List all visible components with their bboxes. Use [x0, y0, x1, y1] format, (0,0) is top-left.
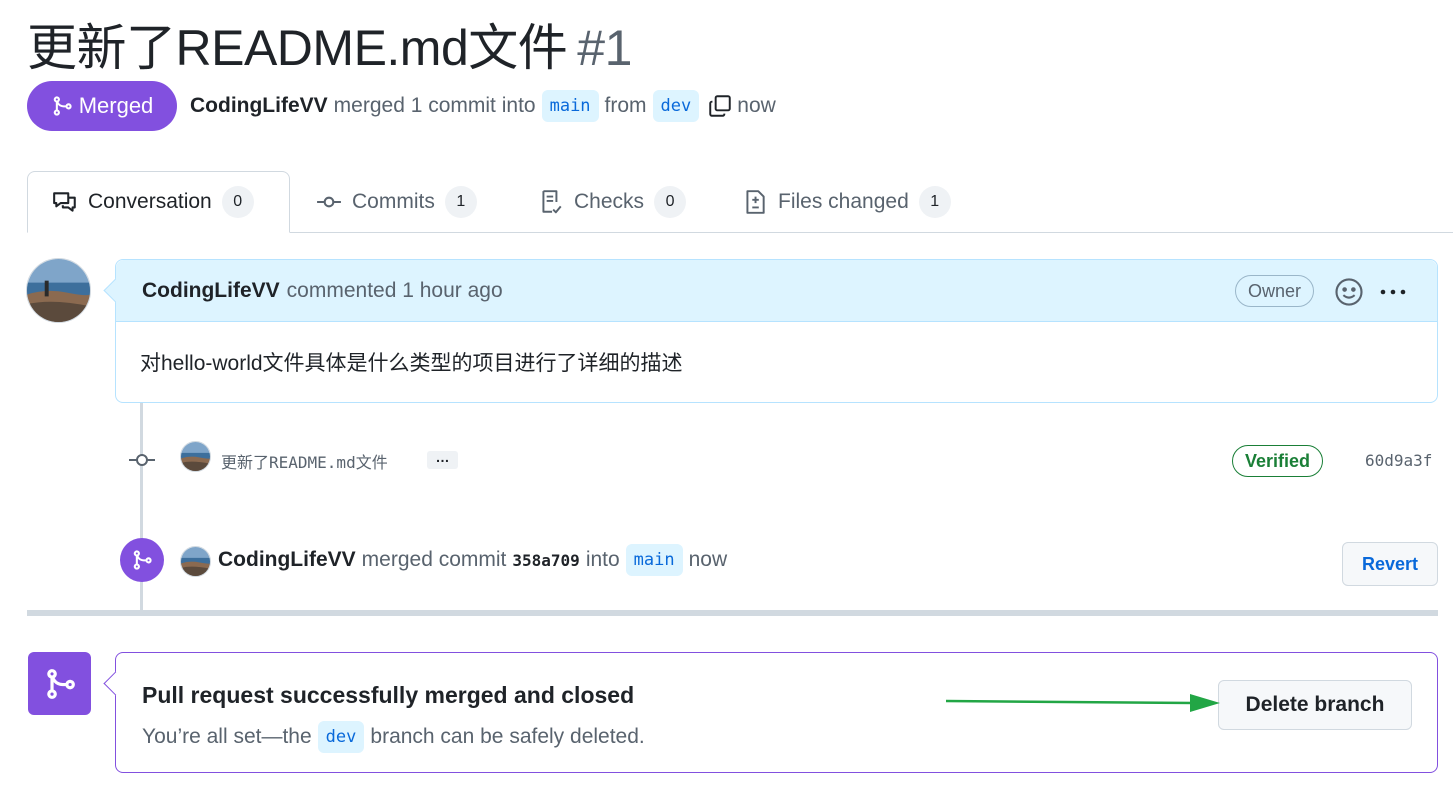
tab-files-changed[interactable]: Files changed 1: [718, 171, 975, 233]
tab-counter: 0: [654, 186, 687, 218]
tab-counter: 0: [221, 186, 254, 218]
tab-label: Commits: [352, 190, 435, 213]
file-diff-icon: [746, 190, 765, 214]
merged-status-icon: [28, 652, 91, 715]
merged-state-badge: Merged: [27, 81, 177, 131]
from-text: from: [604, 94, 647, 117]
git-merge-icon: [53, 96, 72, 116]
owner-badge: Owner: [1235, 275, 1315, 307]
merged-status-box: Pull request successfully merged and clo…: [115, 652, 1438, 773]
avatar-image: [27, 259, 90, 322]
pr-time: now: [737, 94, 776, 117]
delete-branch-tag[interactable]: dev: [317, 721, 365, 753]
merge-time[interactable]: now: [689, 548, 728, 572]
tab-counter: 1: [918, 186, 951, 218]
git-merge-icon: [133, 550, 152, 570]
merged-text: merged 1 commit into: [333, 94, 536, 117]
smiley-icon[interactable]: [1334, 277, 1364, 307]
base-branch-tag[interactable]: main: [541, 90, 599, 122]
tab-conversation[interactable]: Conversation 0: [27, 171, 290, 233]
annotation-arrow-icon: [946, 694, 1220, 712]
merged-sub-suffix: branch can be safely deleted.: [370, 725, 645, 748]
comment-card: CodingLifeVV commented 1 hour ago Owner …: [115, 259, 1438, 403]
merge-event: CodingLifeVV merged commit 358a709 into …: [218, 541, 727, 579]
comment-author-link[interactable]: CodingLifeVV: [142, 279, 280, 303]
merged-title: Pull request successfully merged and clo…: [142, 682, 635, 708]
merged-sub-prefix: You’re all set—the: [142, 725, 312, 748]
avatar[interactable]: [26, 258, 91, 323]
comment-body: 对hello-world文件具体是什么类型的项目进行了详细的描述: [140, 352, 683, 375]
commit-sha-link[interactable]: 60d9a3f: [1365, 451, 1432, 470]
checklist-icon: [542, 190, 562, 214]
comment-meta[interactable]: commented 1 hour ago: [287, 279, 503, 303]
tab-counter: 1: [444, 186, 477, 218]
git-merge-icon: [46, 668, 75, 699]
verified-badge[interactable]: Verified: [1232, 445, 1324, 477]
commit-message-link[interactable]: 更新了README.md文件: [221, 449, 388, 473]
into-text: into: [585, 548, 620, 571]
avatar-image: [181, 442, 210, 471]
tab-label: Conversation: [88, 190, 212, 213]
merge-text: merged commit: [361, 548, 507, 571]
state-label: Merged: [78, 93, 154, 118]
pr-title: 更新了README.md文件 #1: [27, 8, 632, 80]
delete-branch-button[interactable]: Delete branch: [1218, 680, 1412, 730]
comment-header: CodingLifeVV commented 1 hour ago Owner: [116, 260, 1437, 322]
kebab-horizontal-icon[interactable]: [1376, 277, 1410, 307]
pr-meta: CodingLifeVV merged 1 commit into main f…: [190, 87, 776, 125]
commit-expand-button[interactable]: …: [427, 450, 458, 469]
merge-commit-sha-link[interactable]: 358a709: [512, 551, 579, 570]
revert-button[interactable]: Revert: [1342, 542, 1438, 586]
merge-branch-tag[interactable]: main: [625, 544, 683, 576]
copy-icon[interactable]: [707, 93, 733, 119]
tab-label: Checks: [574, 190, 645, 213]
avatar-image: [181, 547, 210, 576]
merge-author-link[interactable]: CodingLifeVV: [218, 548, 356, 572]
tab-checks[interactable]: Checks 0: [514, 171, 710, 233]
tab-commits[interactable]: Commits 1: [292, 171, 501, 233]
timeline-divider: [27, 610, 1438, 616]
pr-number: #1: [577, 20, 632, 76]
merged-subtitle: You’re all set—the dev branch can be saf…: [142, 720, 645, 754]
comment-discussion-icon: [53, 192, 76, 212]
avatar[interactable]: [180, 441, 211, 472]
head-branch-tag[interactable]: dev: [652, 90, 700, 122]
tab-label: Files changed: [778, 190, 909, 213]
git-commit-icon: [317, 196, 341, 208]
pr-title-text: 更新了README.md文件: [27, 20, 568, 76]
merge-event-node: [120, 538, 164, 582]
avatar[interactable]: [180, 546, 211, 577]
git-commit-icon: [129, 454, 155, 466]
pr-author-link[interactable]: CodingLifeVV: [190, 94, 328, 118]
